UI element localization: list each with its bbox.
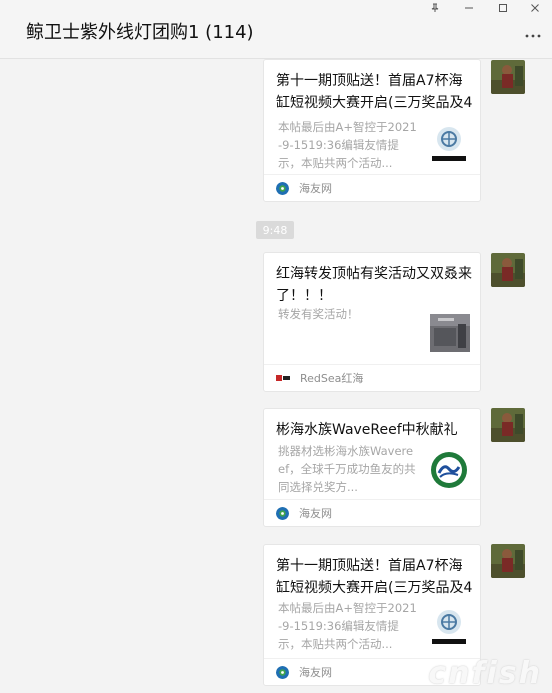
logo-a7-icon — [428, 122, 470, 164]
timestamp: 9:48 — [256, 221, 294, 239]
title-bar: 鲸卫士紫外线灯团购1 (114) — [0, 0, 552, 59]
card-title: 第十一期顶贴送！首届A7杯海缸短视频大赛开启(三万奖品及40... — [276, 73, 473, 111]
more-options-icon[interactable] — [522, 28, 544, 44]
chat-area[interactable]: 第十一期顶贴送！首届A7杯海缸短视频大赛开启(三万奖品及40... 本帖最后由A… — [0, 59, 552, 693]
source-label: 海友网 — [299, 666, 332, 679]
card-title: 彬海水族WaveReef中秋献礼 — [276, 422, 458, 438]
source-label: RedSea红海 — [300, 372, 364, 385]
maximize-icon[interactable] — [486, 0, 520, 16]
close-icon[interactable] — [518, 0, 552, 16]
card-description: 转发有奖活动！ — [278, 307, 359, 321]
pin-icon[interactable] — [418, 0, 452, 16]
card-description: 本帖最后由A+智控于2021-9-1519:36编辑友情提示，本贴共两个活动..… — [278, 601, 417, 651]
avatar[interactable] — [491, 408, 525, 442]
link-card[interactable]: 红海转发顶帖有奖活动又双叒来了！！！ 转发有奖活动！ RedSea红海 — [263, 252, 481, 392]
card-source: RedSea红海 — [264, 364, 480, 391]
avatar[interactable] — [491, 60, 525, 94]
card-description: 本帖最后由A+智控于2021-9-1519:36编辑友情提示，本贴共两个活动..… — [278, 120, 417, 170]
wavereef-logo-icon — [428, 449, 470, 491]
card-source: 海友网 — [264, 499, 480, 526]
card-description: 挑器材选彬海水族Wavereef，全球千万成功鱼友的共同选择兑奖方... — [278, 444, 416, 494]
chat-title: 鲸卫士紫外线灯团购1 (114) — [26, 22, 254, 43]
source-label: 海友网 — [299, 507, 332, 520]
link-card[interactable]: 第十一期顶贴送！首届A7杯海缸短视频大赛开启(三万奖品及40... 本帖最后由A… — [263, 59, 481, 202]
watermark: cnfish — [428, 656, 542, 691]
redsea-photo-icon — [430, 314, 470, 352]
redsea-icon — [276, 372, 290, 385]
haiyouwang-icon — [276, 665, 289, 679]
avatar[interactable] — [491, 544, 525, 578]
card-title: 第十一期顶贴送！首届A7杯海缸短视频大赛开启(三万奖品及40... — [276, 558, 473, 596]
logo-a7-icon — [428, 605, 470, 647]
card-source: 海友网 — [264, 174, 480, 201]
haiyouwang-icon — [276, 181, 289, 195]
minimize-icon[interactable] — [452, 0, 486, 16]
avatar[interactable] — [491, 253, 525, 287]
source-label: 海友网 — [299, 182, 332, 195]
haiyouwang-icon — [276, 506, 289, 520]
card-title: 红海转发顶帖有奖活动又双叒来了！！！ — [276, 266, 472, 304]
link-card[interactable]: 彬海水族WaveReef中秋献礼 挑器材选彬海水族Wavereef，全球千万成功… — [263, 408, 481, 527]
